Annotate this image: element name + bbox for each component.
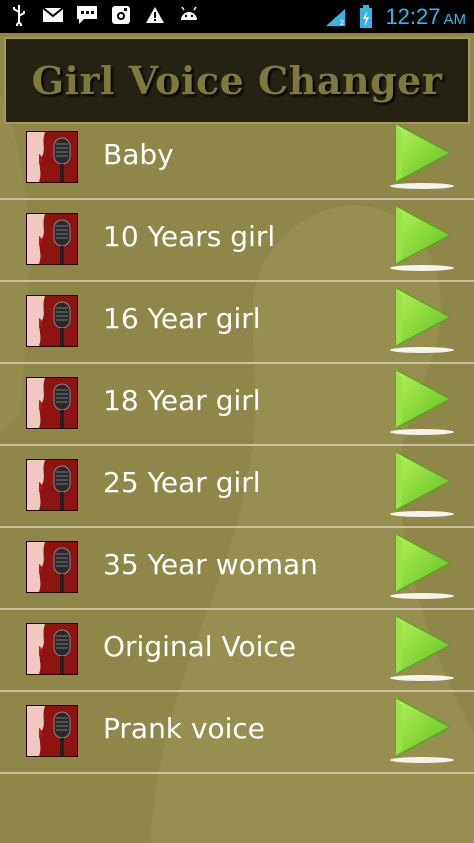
clock: 12:27 AM (385, 4, 466, 29)
app-title: Girl Voice Changer (31, 58, 443, 103)
sms-icon (76, 4, 98, 26)
voice-row[interactable]: 10 Years girl (0, 200, 474, 282)
voice-row[interactable]: 25 Year girl (0, 446, 474, 528)
voice-label: Baby (103, 138, 174, 171)
voice-row[interactable]: Original Voice (0, 610, 474, 692)
singer-microphone-icon (26, 623, 78, 675)
play-button-icon[interactable] (388, 205, 456, 272)
play-button-icon[interactable] (388, 287, 456, 354)
voice-label: 25 Year girl (103, 466, 261, 499)
android-icon (178, 4, 200, 26)
voice-label: 16 Year girl (103, 302, 261, 335)
singer-microphone-icon (26, 459, 78, 511)
status-bar: 2 12:27 AM (0, 0, 474, 33)
voice-row[interactable]: Prank voice (0, 692, 474, 774)
warning-icon (144, 4, 166, 26)
play-button-icon[interactable] (388, 697, 456, 764)
email-icon (42, 4, 64, 26)
voice-list: Baby 10 Years girl 16 Year girl 18 Year gir… (0, 118, 474, 774)
singer-microphone-icon (26, 377, 78, 429)
singer-microphone-icon (26, 541, 78, 593)
voice-row[interactable]: 16 Year girl (0, 282, 474, 364)
svg-text:2: 2 (340, 18, 345, 27)
voice-label: Prank voice (103, 712, 266, 745)
singer-microphone-icon (26, 131, 78, 183)
play-button-icon[interactable] (388, 451, 456, 518)
battery-icon (355, 5, 377, 28)
play-button-icon[interactable] (388, 369, 456, 436)
singer-microphone-icon (26, 705, 78, 757)
singer-microphone-icon (26, 295, 78, 347)
play-button-icon[interactable] (388, 615, 456, 682)
instagram-icon (110, 4, 132, 26)
voice-label: 18 Year girl (103, 384, 261, 417)
voice-label: Original Voice (103, 630, 296, 663)
voice-label: 35 Year woman (103, 548, 318, 581)
app-header: Girl Voice Changer (4, 37, 470, 124)
voice-label: 10 Years girl (103, 220, 276, 253)
signal-icon: 2 (325, 6, 347, 28)
play-button-icon[interactable] (388, 123, 456, 190)
voice-row[interactable]: Baby (0, 118, 474, 200)
usb-icon (8, 4, 30, 26)
play-button-icon[interactable] (388, 533, 456, 600)
voice-row[interactable]: 18 Year girl (0, 364, 474, 446)
voice-row[interactable]: 35 Year woman (0, 528, 474, 610)
singer-microphone-icon (26, 213, 78, 265)
